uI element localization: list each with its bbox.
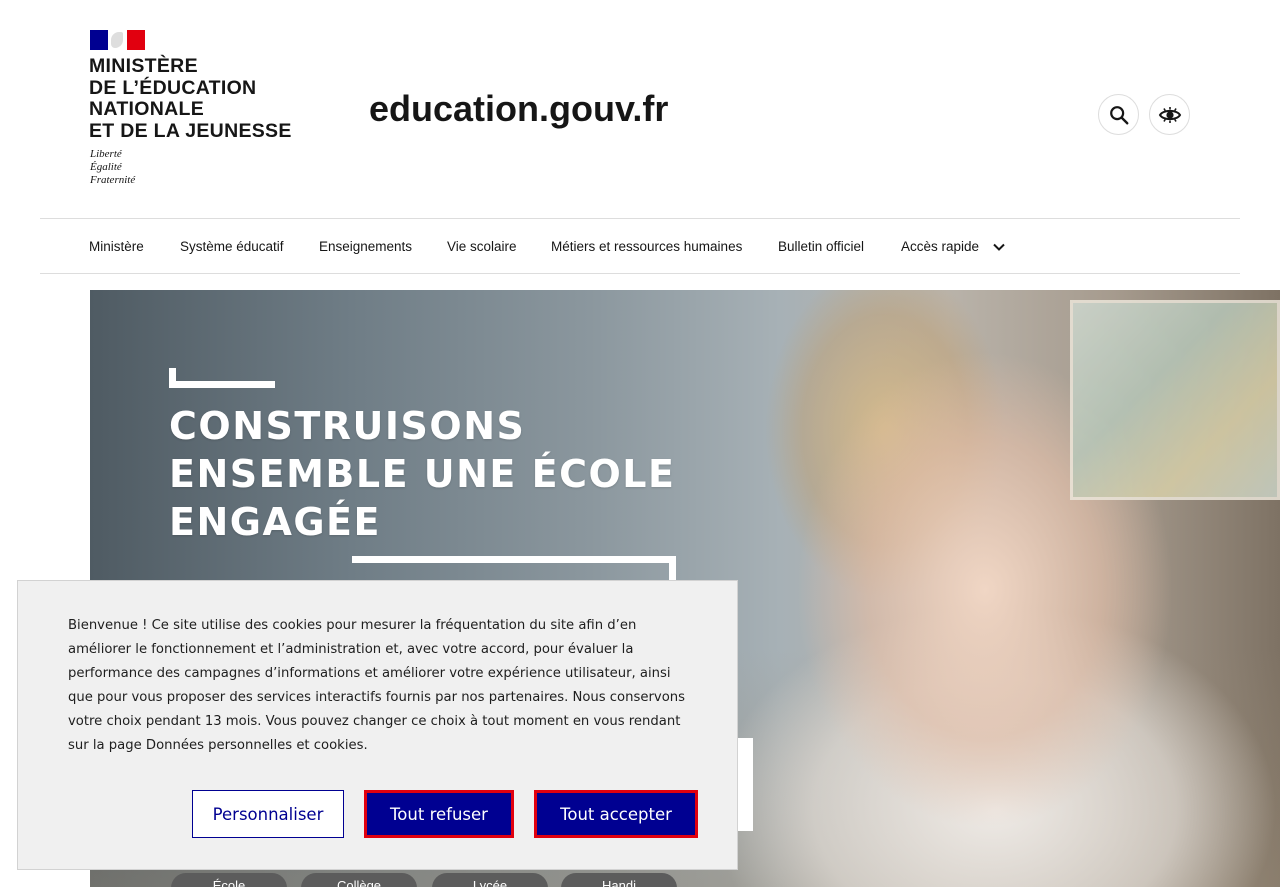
search-button[interactable] xyxy=(1098,94,1139,135)
hero-title-line: ENGAGÉE xyxy=(169,500,381,544)
hero-decoration-bottom xyxy=(352,556,676,580)
accessibility-button[interactable] xyxy=(1149,94,1190,135)
motto-line: Égalité xyxy=(90,161,122,173)
accept-all-button[interactable]: Tout accepter xyxy=(534,790,698,838)
nav-item-metiers-rh[interactable]: Métiers et ressources humaines xyxy=(551,239,742,254)
site-title[interactable]: education.gouv.fr xyxy=(369,88,668,130)
republic-motto: Liberté Égalité Fraternité xyxy=(90,148,135,187)
nav-item-label: Accès rapide xyxy=(901,239,980,254)
search-icon xyxy=(1109,105,1128,124)
nav-item-enseignements[interactable]: Enseignements xyxy=(319,239,412,254)
ministry-line: NATIONALE xyxy=(89,98,204,120)
refuse-all-button[interactable]: Tout refuser xyxy=(364,790,514,838)
cookie-banner: Bienvenue ! Ce site utilise des cookies … xyxy=(17,580,738,870)
hero-card xyxy=(736,738,753,831)
chip-ecole[interactable]: École xyxy=(171,873,287,887)
main-nav: Ministère Système éducatif Enseignements… xyxy=(40,218,1240,274)
chip-handicap[interactable]: Handi xyxy=(561,873,677,887)
nav-item-acces-rapide[interactable]: Accès rapide xyxy=(901,239,1005,254)
motto-line: Fraternité xyxy=(90,174,136,186)
site-header: MINISTÈRE DE L’ÉDUCATION NATIONALE ET DE… xyxy=(0,0,1280,218)
chevron-down-icon xyxy=(993,244,1005,252)
motto-line: Liberté xyxy=(90,148,122,160)
chip-college[interactable]: Collège xyxy=(301,873,417,887)
hero-title-line: CONSTRUISONS xyxy=(169,404,526,448)
classroom-map-image xyxy=(1070,300,1280,500)
nav-item-vie-scolaire[interactable]: Vie scolaire xyxy=(447,239,517,254)
ministry-line: DE L’ÉDUCATION xyxy=(89,76,257,99)
personalize-button[interactable]: Personnaliser xyxy=(192,790,344,838)
ministry-name[interactable]: MINISTÈRE DE L’ÉDUCATION NATIONALE ET DE… xyxy=(89,55,292,142)
hero-decoration-top xyxy=(169,368,275,388)
eye-icon xyxy=(1158,106,1181,123)
nav-item-bulletin-officiel[interactable]: Bulletin officiel xyxy=(778,239,864,254)
hero-title: CONSTRUISONS ENSEMBLE UNE ÉCOLE ENGAGÉE xyxy=(169,402,689,546)
ministry-line: ET DE LA JEUNESSE xyxy=(89,119,292,142)
chip-lycee[interactable]: Lycée xyxy=(432,873,548,887)
nav-item-ministere[interactable]: Ministère xyxy=(89,239,144,254)
marianne-logo[interactable] xyxy=(90,30,145,50)
ministry-line: MINISTÈRE xyxy=(89,55,198,77)
hero-title-line: ENSEMBLE UNE ÉCOLE xyxy=(169,452,676,496)
cookie-text: Bienvenue ! Ce site utilise des cookies … xyxy=(68,618,685,753)
nav-item-systeme-educatif[interactable]: Système éducatif xyxy=(180,239,284,254)
